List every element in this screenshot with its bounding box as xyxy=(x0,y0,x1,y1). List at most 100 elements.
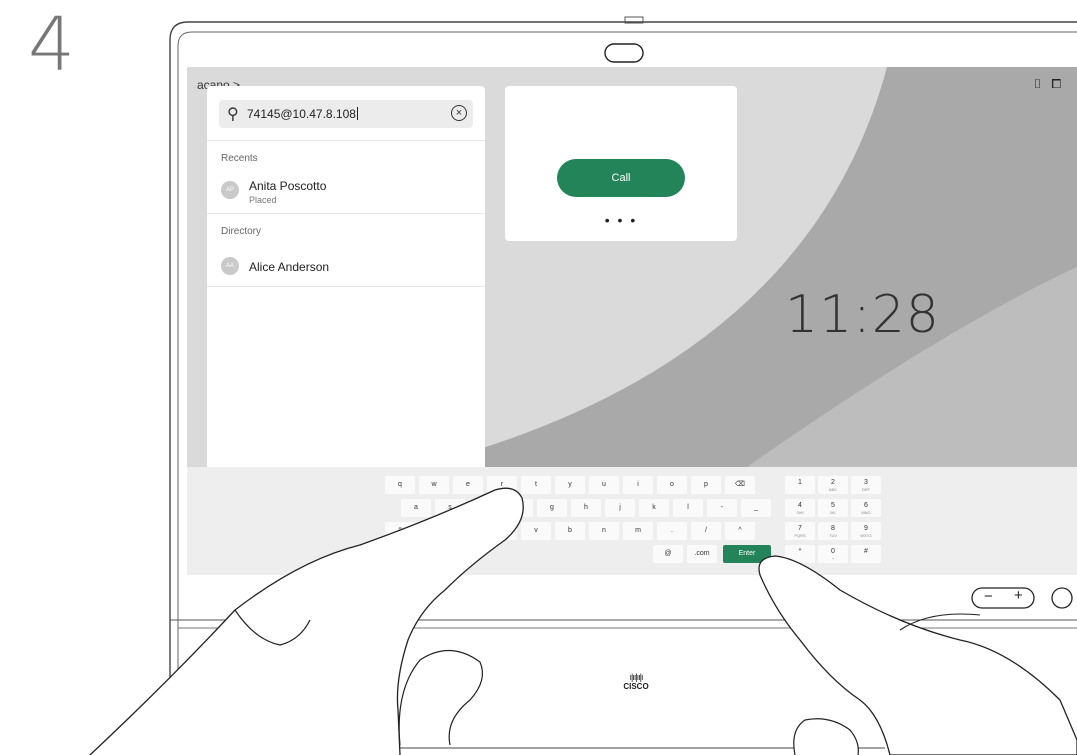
directory-label: Directory xyxy=(221,226,262,237)
numpad-letters: JKL xyxy=(829,510,837,515)
call-status: Placed xyxy=(249,195,277,205)
numpad-digit: 3 xyxy=(864,479,868,486)
numpad-key[interactable]: * xyxy=(785,545,815,563)
numpad-key[interactable]: 2 ABC xyxy=(818,476,848,494)
keyboard-key[interactable]: t xyxy=(521,476,551,494)
keyboard-key[interactable]: l xyxy=(673,499,703,517)
numpad-digit: 9 xyxy=(864,525,868,532)
enter-key[interactable]: Enter xyxy=(723,545,771,563)
numpad-key[interactable]: 9 WXYZ xyxy=(851,522,881,540)
touch-screen: acano > ⌷⧠ ⚲ 74145@10.47.8.108 × Recents… xyxy=(187,67,1077,575)
numpad-digit: 5 xyxy=(831,502,835,509)
search-icon: ⚲ xyxy=(227,106,239,123)
keyboard-key[interactable]: d xyxy=(469,499,499,517)
numpad-letters: WXYZ xyxy=(860,533,872,538)
search-panel: ⚲ 74145@10.47.8.108 × Recents AP Anita P… xyxy=(207,86,485,468)
list-item[interactable]: AP Anita Poscotto Placed xyxy=(207,171,485,211)
keyboard-key[interactable]: a xyxy=(401,499,431,517)
keyboard-key[interactable]: r xyxy=(487,476,517,494)
keyboard-key[interactable]: c xyxy=(487,522,517,540)
keyboard-key[interactable]: p xyxy=(691,476,721,494)
numpad-digit: 4 xyxy=(798,502,802,509)
keyboard-key[interactable]: / xyxy=(691,522,721,540)
numpad-letters: DEF xyxy=(862,487,870,492)
volume-up-icon[interactable]: + xyxy=(1014,587,1023,604)
call-card: Call • • • xyxy=(505,86,737,241)
keyboard-key[interactable]: u xyxy=(589,476,619,494)
brand-logo: ı|ıı|ıı|ı cisco xyxy=(611,672,661,692)
numpad-letters: ABC xyxy=(828,487,838,492)
clear-icon[interactable]: × xyxy=(451,105,467,121)
numpad-digit: * xyxy=(798,548,802,555)
keyboard-key[interactable]: ^ xyxy=(725,522,755,540)
numpad-letters: + xyxy=(831,556,835,561)
keyboard-key[interactable]: b xyxy=(555,522,585,540)
numpad-letters: MNO xyxy=(861,510,871,515)
numpad-key[interactable]: 7 PQRS xyxy=(785,522,815,540)
numpad-letters: GHI xyxy=(796,510,804,515)
keyboard-key[interactable]: j xyxy=(605,499,635,517)
keyboard-key[interactable]: x xyxy=(453,522,483,540)
keyboard-key[interactable]: k xyxy=(639,499,669,517)
numpad-letters: TUV xyxy=(829,533,837,538)
keyboard-key[interactable]: y xyxy=(555,476,585,494)
keyboard-key[interactable]: z xyxy=(419,522,449,540)
cisco-bars-icon: ı|ıı|ıı|ı xyxy=(629,672,643,682)
keyboard-key[interactable]: f xyxy=(503,499,533,517)
brand-wordmark: cisco xyxy=(623,682,649,691)
avatar: AA xyxy=(221,257,239,275)
list-item[interactable]: AA Alice Anderson xyxy=(207,246,485,286)
volume-down-icon[interactable]: − xyxy=(984,588,993,605)
numpad-key[interactable]: # xyxy=(851,545,881,563)
numpad-digit: 1 xyxy=(798,479,802,486)
search-input[interactable]: ⚲ 74145@10.47.8.108 × xyxy=(219,100,473,128)
numpad-digit: 6 xyxy=(864,502,868,509)
divider xyxy=(207,213,485,214)
numpad-key[interactable]: 4 GHI xyxy=(785,499,815,517)
keyboard-key[interactable]: @ xyxy=(653,545,683,563)
keyboard-key[interactable]: w xyxy=(419,476,449,494)
numpad-digit: 2 xyxy=(831,479,835,486)
keyboard-key[interactable]: m xyxy=(623,522,653,540)
keyboard-key[interactable]: n xyxy=(589,522,619,540)
numpad-key[interactable]: 1 xyxy=(785,476,815,494)
divider xyxy=(207,140,485,141)
contact-name: Anita Poscotto xyxy=(249,179,327,193)
numpad-digit: # xyxy=(864,548,868,555)
numpad-key[interactable]: 8 TUV xyxy=(818,522,848,540)
numpad-key[interactable]: 0 + xyxy=(818,545,848,563)
numpad-digit: 7 xyxy=(798,525,802,532)
recents-label: Recents xyxy=(221,153,258,164)
selfview-icon[interactable]: ⧠ xyxy=(1051,76,1071,91)
keyboard-key[interactable]: ⌫ xyxy=(725,476,755,494)
numpad-digit: 8 xyxy=(831,525,835,532)
numpad-key[interactable]: 3 DEF xyxy=(851,476,881,494)
clock: 11:28 xyxy=(785,285,940,345)
keyboard-key[interactable]: - xyxy=(707,499,737,517)
microphone-hand-icon[interactable]: ⌷ xyxy=(1034,76,1052,91)
keyboard-key[interactable]: s xyxy=(435,499,465,517)
avatar: AP xyxy=(221,181,239,199)
search-value: 74145@10.47.8.108 xyxy=(247,107,358,121)
call-button[interactable]: Call xyxy=(557,159,685,197)
numpad-key[interactable]: 5 JKL xyxy=(818,499,848,517)
keyboard-key[interactable]: ⇧ xyxy=(385,522,415,540)
keyboard-key[interactable]: i xyxy=(623,476,653,494)
more-options-icon[interactable]: • • • xyxy=(505,212,737,228)
numpad-letters: PQRS xyxy=(794,533,806,538)
keyboard-key[interactable]: e xyxy=(453,476,483,494)
keyboard-key[interactable]: q xyxy=(385,476,415,494)
contact-name: Alice Anderson xyxy=(249,260,330,274)
keyboard-key[interactable]: . xyxy=(657,522,687,540)
keyboard-key[interactable]: .com xyxy=(687,545,717,563)
keyboard-key[interactable]: g xyxy=(537,499,567,517)
numpad-digit: 0 xyxy=(831,548,835,555)
divider xyxy=(207,286,485,287)
keyboard-key[interactable]: o xyxy=(657,476,687,494)
on-screen-keyboard: q w e r t y u i o p ⌫ a s d f g h j k l - _ ⇧ z x c v b n m. / ^ @ .com En… xyxy=(187,467,1077,575)
status-icons: ⌷⧠ xyxy=(1034,76,1071,92)
keyboard-key[interactable]: v xyxy=(521,522,551,540)
keyboard-key[interactable]: _ xyxy=(741,499,771,517)
numpad-key[interactable]: 6 MNO xyxy=(851,499,881,517)
keyboard-key[interactable]: h xyxy=(571,499,601,517)
